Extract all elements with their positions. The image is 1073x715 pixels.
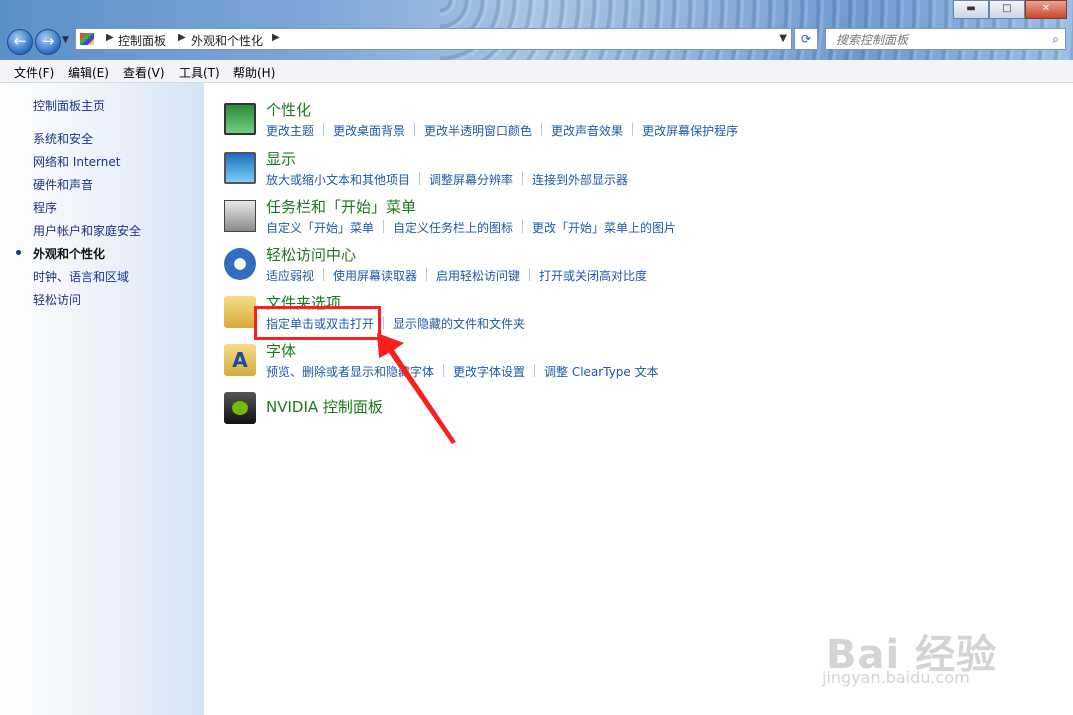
watermark-url: jingyan.baidu.com <box>822 668 970 687</box>
annotation-arrow-icon <box>377 333 456 444</box>
